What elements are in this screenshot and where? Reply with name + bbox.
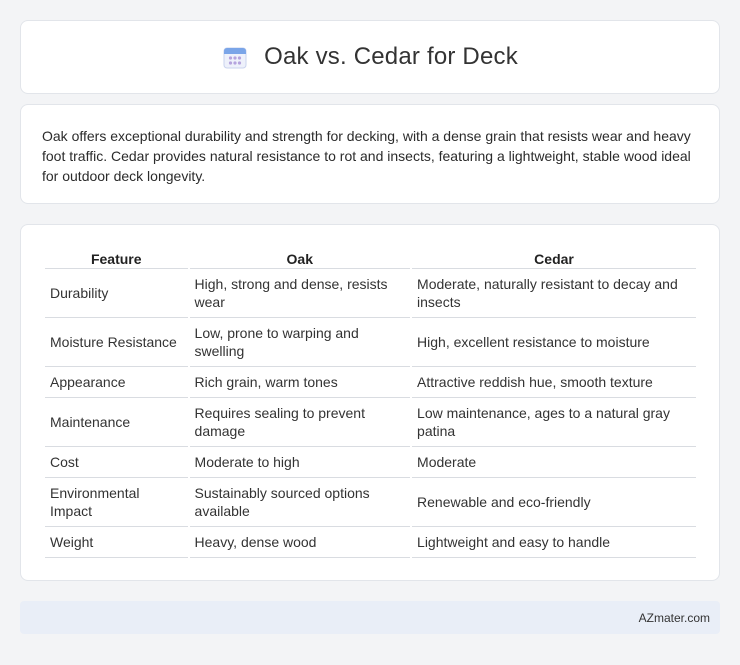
oak-cell: Low, prone to warping and swelling bbox=[189, 318, 411, 367]
oak-cell: Moderate to high bbox=[189, 447, 411, 478]
table-row: Weight Heavy, dense wood Lightweight and… bbox=[45, 527, 696, 558]
table-row: Maintenance Requires sealing to prevent … bbox=[45, 398, 696, 447]
title-card: Oak vs. Cedar for Deck bbox=[20, 20, 720, 94]
calendar-icon bbox=[222, 44, 248, 70]
oak-cell: Rich grain, warm tones bbox=[189, 367, 411, 398]
cedar-cell: Attractive reddish hue, smooth texture bbox=[412, 367, 696, 398]
feature-cell: Weight bbox=[45, 527, 188, 558]
comparison-table: Feature Oak Cedar Durability High, stron… bbox=[43, 245, 698, 558]
cedar-cell: Renewable and eco-friendly bbox=[412, 478, 696, 527]
cedar-cell: Lightweight and easy to handle bbox=[412, 527, 696, 558]
header-oak: Oak bbox=[189, 245, 411, 269]
footer-site-link[interactable]: AZmater.com bbox=[639, 611, 710, 625]
cedar-cell: Moderate, naturally resistant to decay a… bbox=[412, 269, 696, 318]
comparison-table-card: Feature Oak Cedar Durability High, stron… bbox=[20, 224, 720, 581]
table-row: Moisture Resistance Low, prone to warpin… bbox=[45, 318, 696, 367]
feature-cell: Durability bbox=[45, 269, 188, 318]
oak-cell: Requires sealing to prevent damage bbox=[189, 398, 411, 447]
oak-cell: Heavy, dense wood bbox=[189, 527, 411, 558]
table-row: Appearance Rich grain, warm tones Attrac… bbox=[45, 367, 696, 398]
feature-cell: Appearance bbox=[45, 367, 188, 398]
cedar-cell: High, excellent resistance to moisture bbox=[412, 318, 696, 367]
feature-cell: Moisture Resistance bbox=[45, 318, 188, 367]
footer: AZmater.com bbox=[20, 601, 720, 634]
table-row: Cost Moderate to high Moderate bbox=[45, 447, 696, 478]
summary-card: Oak offers exceptional durability and st… bbox=[20, 104, 720, 204]
page-title: Oak vs. Cedar for Deck bbox=[264, 43, 518, 70]
summary-paragraph: Oak offers exceptional durability and st… bbox=[42, 128, 691, 184]
header-feature: Feature bbox=[45, 245, 188, 269]
oak-cell: High, strong and dense, resists wear bbox=[189, 269, 411, 318]
table-row: Environmental Impact Sustainably sourced… bbox=[45, 478, 696, 527]
table-row: Durability High, strong and dense, resis… bbox=[45, 269, 696, 318]
cedar-cell: Low maintenance, ages to a natural gray … bbox=[412, 398, 696, 447]
feature-cell: Environmental Impact bbox=[45, 478, 188, 527]
oak-cell: Sustainably sourced options available bbox=[189, 478, 411, 527]
cedar-cell: Moderate bbox=[412, 447, 696, 478]
table-header-row: Feature Oak Cedar bbox=[45, 245, 696, 269]
feature-cell: Maintenance bbox=[45, 398, 188, 447]
header-cedar: Cedar bbox=[412, 245, 696, 269]
feature-cell: Cost bbox=[45, 447, 188, 478]
